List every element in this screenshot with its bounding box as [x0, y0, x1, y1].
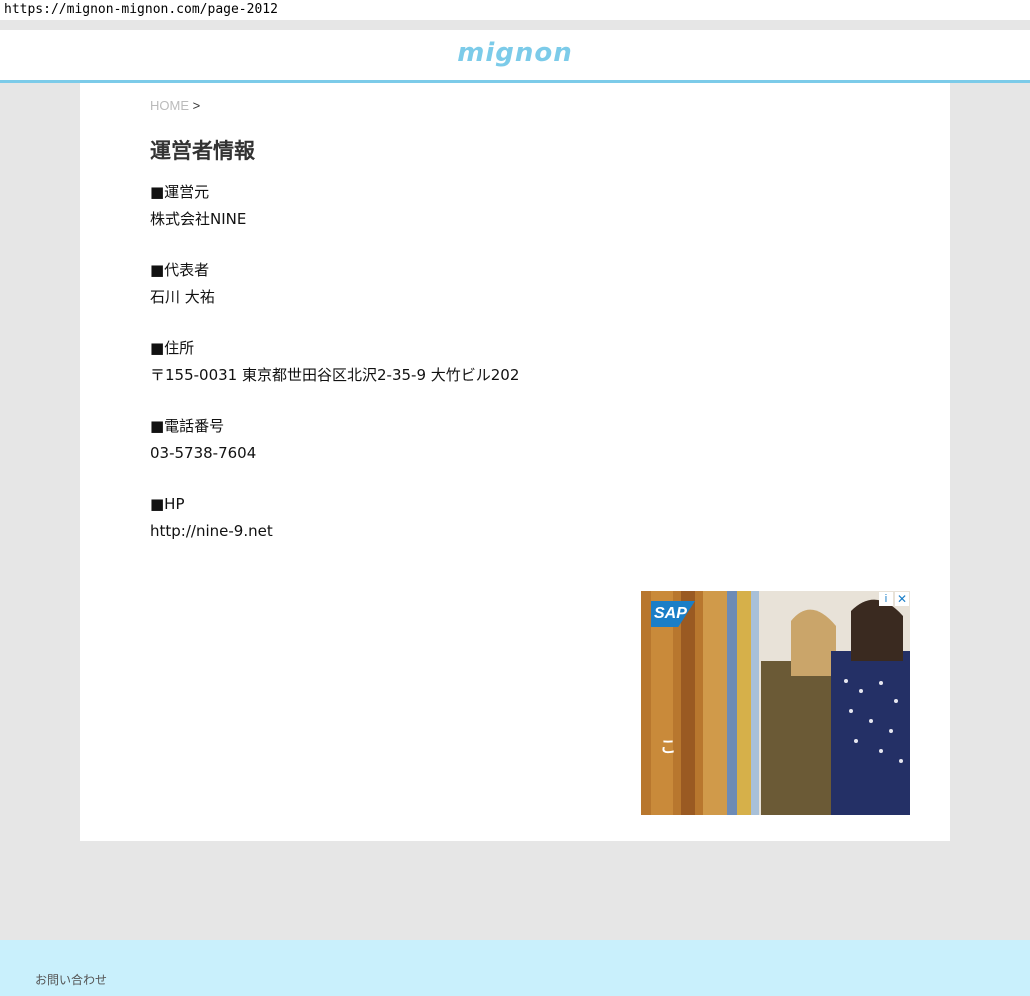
info-representative: ■代表者 石川 大祐 [150, 257, 519, 311]
address-bar[interactable]: https://mignon-mignon.com/page-2012 [0, 0, 1030, 20]
main-content: HOME > 運営者情報 ■運営元 株式会社NINE ■代表者 石川 大祐 ■住… [80, 83, 950, 841]
site-header: mignon [0, 30, 1030, 83]
info-address: ■住所 〒155-0031 東京都世田谷区北沢2-35-9 大竹ビル202 [150, 335, 519, 389]
info-value: 石川 大祐 [150, 288, 215, 306]
ad-text: こ [660, 737, 677, 756]
breadcrumb: HOME > [150, 98, 200, 113]
ad-info-icon[interactable]: i [879, 592, 893, 606]
info-homepage: ■HP http://nine-9.net [150, 491, 519, 545]
info-label: ■電話番号 [150, 417, 225, 435]
page-title: 運営者情報 [150, 139, 255, 163]
ad-photo [641, 591, 910, 815]
info-label: ■代表者 [150, 261, 210, 279]
site-footer: お問い合わせ [0, 940, 1030, 996]
info-phone: ■電話番号 03-5738-7604 [150, 413, 519, 467]
contact-link[interactable]: お問い合わせ [35, 971, 107, 988]
info-value: 〒155-0031 東京都世田谷区北沢2-35-9 大竹ビル202 [150, 366, 520, 384]
breadcrumb-separator: > [192, 98, 201, 113]
breadcrumb-home-link[interactable]: HOME [150, 98, 189, 113]
ad-banner[interactable]: SAP こ i ✕ [641, 591, 910, 815]
info-operator: ■運営元 株式会社NINE [150, 179, 519, 233]
info-label: ■住所 [150, 339, 195, 357]
homepage-link[interactable]: http://nine-9.net [150, 518, 519, 545]
info-value: 株式会社NINE [150, 210, 247, 228]
info-value: 03-5738-7604 [150, 444, 257, 462]
operator-info: ■運営元 株式会社NINE ■代表者 石川 大祐 ■住所 〒155-0031 東… [150, 179, 519, 569]
info-label: ■運営元 [150, 183, 210, 201]
ad-close-icon[interactable]: ✕ [895, 592, 909, 606]
site-logo[interactable]: mignon [457, 38, 573, 68]
info-label: ■HP [150, 495, 185, 513]
